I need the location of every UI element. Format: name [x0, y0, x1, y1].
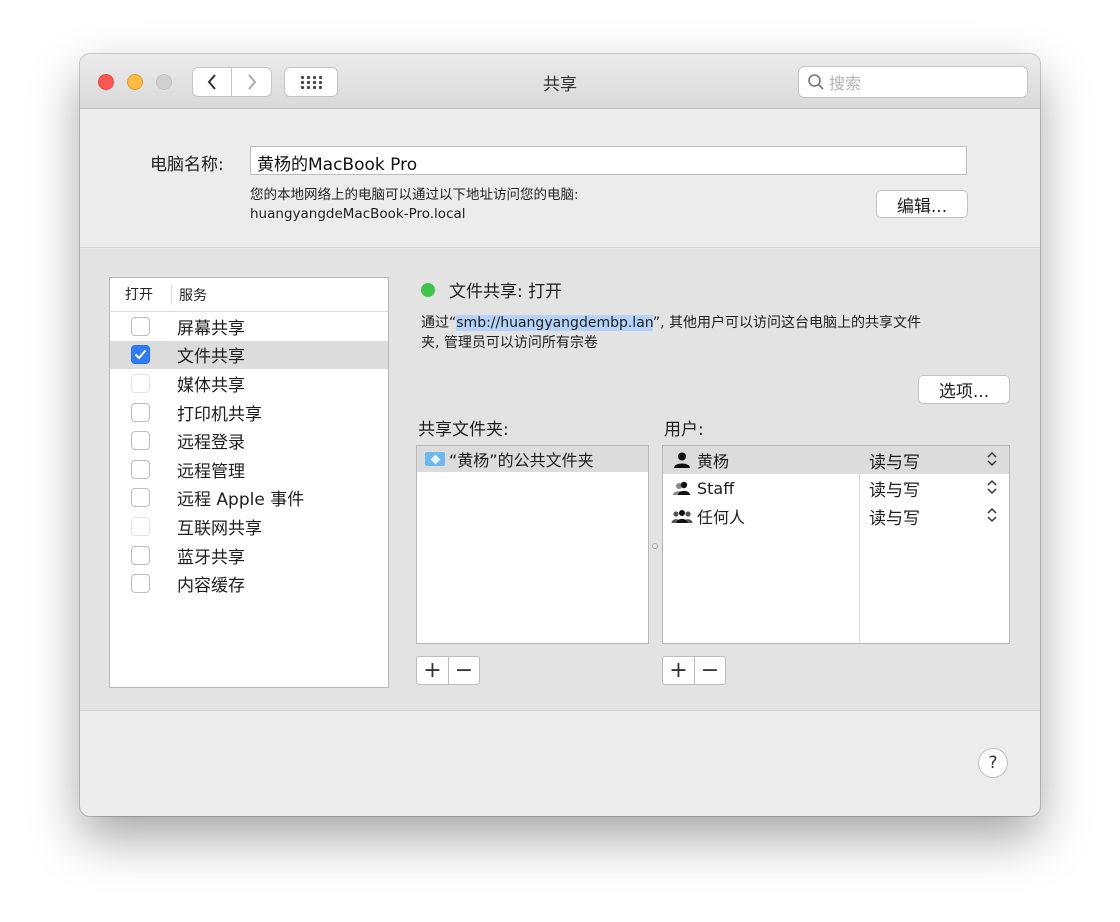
computer-name-field[interactable]: 黄杨的MacBook Pro [250, 146, 967, 175]
search-icon [808, 74, 824, 90]
service-row[interactable]: 远程管理 [110, 455, 388, 484]
edit-button[interactable]: 编辑... [876, 190, 968, 218]
column-header-open[interactable]: 打开 [110, 284, 172, 305]
remove-folder-button[interactable]: − [448, 657, 479, 684]
file-sharing-status: 文件共享: 打开 [449, 282, 563, 302]
service-checkbox [131, 373, 150, 393]
user-name: 任何人 [697, 508, 746, 527]
description-line2: 夹, 管理员可以访问所有宗卷 [421, 335, 598, 351]
folder-add-remove-group: + − [416, 656, 480, 685]
service-row[interactable]: 蓝牙共享 [110, 541, 388, 570]
system-preferences-window: 共享 搜索 电脑名称: 黄杨的MacBook Pro 您的本地网络上的电脑可以通… [80, 54, 1040, 816]
split-view-divider[interactable] [652, 543, 658, 549]
status-indicator [421, 283, 435, 297]
shared-folder-name: “黄杨”的公共文件夹 [449, 451, 594, 470]
service-checkbox[interactable] [131, 574, 150, 594]
add-user-button[interactable]: + [663, 657, 694, 684]
user-name: Staff [697, 478, 735, 498]
users-list: 黄杨 读与写 Staff 读与写 任何人 读与写 [662, 445, 1010, 644]
computer-name-label: 电脑名称: [150, 155, 224, 175]
service-row[interactable]: 文件共享 [110, 340, 388, 370]
service-checkbox [131, 516, 150, 536]
service-row[interactable]: 远程 Apple 事件 [110, 484, 388, 513]
user-add-remove-group: + − [662, 656, 726, 685]
users-label: 用户: [664, 420, 704, 440]
service-label: 远程登录 [177, 433, 245, 454]
computer-name-section: 电脑名称: 黄杨的MacBook Pro 您的本地网络上的电脑可以通过以下地址访… [80, 110, 1040, 248]
service-label: 屏幕共享 [177, 318, 245, 339]
chevron-up-down-icon[interactable] [987, 451, 997, 471]
service-label: 蓝牙共享 [177, 547, 245, 568]
user-row[interactable]: 任何人 读与写 [663, 502, 1009, 530]
description-prefix: 通过“ [421, 315, 457, 331]
search-field[interactable]: 搜索 [798, 66, 1028, 98]
user-name: 黄杨 [697, 452, 730, 471]
service-label: 内容缓存 [177, 576, 245, 597]
smb-address[interactable]: smb://huangyangdembp.lan [456, 315, 653, 331]
service-checkbox[interactable] [131, 316, 150, 336]
service-label: 媒体共享 [177, 375, 245, 396]
local-address-description: 您的本地网络上的电脑可以通过以下地址访问您的电脑: [250, 187, 579, 203]
service-row[interactable]: 媒体共享 [110, 369, 388, 398]
service-row[interactable]: 屏幕共享 [110, 312, 388, 341]
local-address-text: 您的本地网络上的电脑可以通过以下地址访问您的电脑: huangyangdeMac… [250, 186, 579, 224]
group-icon [669, 480, 695, 496]
service-checkbox[interactable] [131, 345, 150, 365]
service-row[interactable]: 互联网共享 [110, 512, 388, 541]
chevron-up-down-icon[interactable] [987, 479, 997, 499]
services-list-header: 打开 服务 [110, 278, 388, 312]
add-folder-button[interactable]: + [417, 657, 448, 684]
sharing-main-section: 打开 服务 屏幕共享文件共享媒体共享打印机共享远程登录远程管理远程 Apple … [80, 249, 1040, 711]
single-user-icon [669, 452, 695, 468]
service-label: 互联网共享 [177, 518, 262, 539]
shared-folder-item[interactable]: “黄杨”的公共文件夹 [417, 446, 648, 472]
user-permission[interactable]: 读与写 [869, 504, 920, 529]
service-label: 远程管理 [177, 461, 245, 482]
options-button[interactable]: 选项... [918, 375, 1010, 404]
services-list: 打开 服务 屏幕共享文件共享媒体共享打印机共享远程登录远程管理远程 Apple … [109, 277, 389, 688]
column-header-service[interactable]: 服务 [172, 285, 207, 305]
service-checkbox[interactable] [131, 459, 150, 479]
service-checkbox[interactable] [131, 545, 150, 565]
help-button[interactable]: ? [978, 748, 1008, 778]
services-rows: 屏幕共享文件共享媒体共享打印机共享远程登录远程管理远程 Apple 事件 互联网共… [110, 312, 388, 598]
user-permission[interactable]: 读与写 [869, 476, 920, 501]
title-bar: 共享 搜索 [80, 54, 1040, 109]
service-checkbox[interactable] [131, 431, 150, 451]
checkmark-icon [134, 350, 147, 360]
service-label: 文件共享 [177, 347, 245, 368]
shared-folders-label: 共享文件夹: [418, 420, 509, 440]
service-label: 远程 Apple 事件 [177, 490, 305, 511]
service-row[interactable]: 内容缓存 [110, 569, 388, 598]
shared-folders-list: “黄杨”的公共文件夹 [416, 445, 649, 644]
public-folder-icon [425, 452, 445, 466]
service-label: 打印机共享 [177, 404, 262, 425]
user-permission[interactable]: 读与写 [869, 448, 920, 473]
remove-user-button[interactable]: − [694, 657, 725, 684]
chevron-up-down-icon[interactable] [987, 507, 997, 527]
service-checkbox[interactable] [131, 488, 150, 508]
service-row[interactable]: 打印机共享 [110, 398, 388, 427]
file-sharing-description: 通过“smb://huangyangdembp.lan”, 其他用户可以访问这台… [421, 313, 1011, 353]
service-row[interactable]: 远程登录 [110, 426, 388, 455]
service-checkbox[interactable] [131, 402, 150, 422]
search-placeholder: 搜索 [829, 74, 862, 93]
user-row[interactable]: Staff 读与写 [663, 474, 1009, 502]
local-hostname: huangyangdeMacBook-Pro.local [250, 206, 466, 222]
user-row[interactable]: 黄杨 读与写 [663, 446, 1009, 474]
everyone-icon [669, 508, 695, 524]
description-suffix: ”, 其他用户可以访问这台电脑上的共享文件 [652, 315, 922, 331]
